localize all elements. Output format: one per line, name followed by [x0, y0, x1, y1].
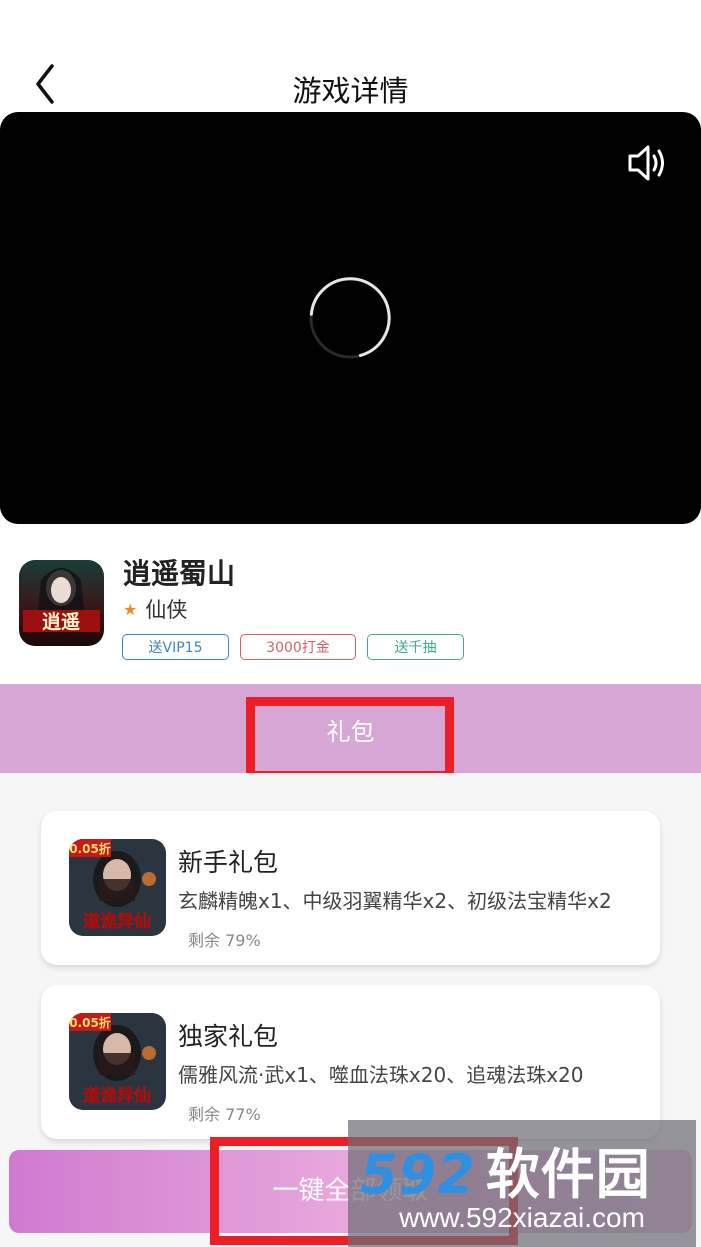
top-bar: 游戏详情: [0, 0, 701, 112]
gift-desc: 玄麟精魄x1、中级羽翼精华x2、初级法宝精华x2: [178, 889, 612, 913]
tab-bar: 礼包: [0, 684, 701, 773]
tab-gifts[interactable]: 礼包: [0, 712, 701, 747]
tag-vip: 送VIP15: [122, 634, 229, 660]
svg-text:0.05折: 0.05折: [69, 841, 111, 856]
gift-icon: 0.05折 道诡异仙: [69, 1013, 166, 1110]
gift-title: 独家礼包: [178, 1022, 279, 1051]
gift-remaining: 剩余 77%: [188, 1105, 261, 1124]
svg-text:0.05折: 0.05折: [69, 1015, 111, 1030]
video-player[interactable]: [0, 112, 701, 524]
volume-icon[interactable]: [627, 142, 671, 184]
gift-remaining: 剩余 79%: [188, 931, 261, 950]
gift-card[interactable]: 0.05折 道诡异仙 新手礼包 玄麟精魄x1、中级羽翼精华x2、初级法宝精华x2…: [41, 811, 660, 965]
game-info: 逍遥 逍遥蜀山 ★ 仙侠 送VIP15 3000打金 送千抽: [0, 524, 701, 684]
gift-title: 新手礼包: [178, 848, 279, 877]
star-icon: ★: [123, 600, 138, 619]
svg-text:道诡异仙: 道诡异仙: [83, 1085, 151, 1106]
loading-spinner-icon: [308, 276, 392, 360]
genre-label: 仙侠: [145, 598, 188, 622]
svg-text:逍遥: 逍遥: [42, 610, 80, 633]
tag-draws: 送千抽: [367, 634, 464, 660]
game-icon: 逍遥: [19, 560, 104, 646]
tag-gold: 3000打金: [240, 634, 356, 660]
gift-icon: 0.05折 道诡异仙: [69, 839, 166, 936]
game-genre: ★ 仙侠: [123, 594, 187, 624]
gift-card[interactable]: 0.05折 道诡异仙 独家礼包 儒雅风流·武x1、噬血法珠x20、追魂法珠x20…: [41, 985, 660, 1139]
claim-all-button[interactable]: 一键全部领取: [9, 1150, 692, 1233]
page-title: 游戏详情: [292, 74, 409, 108]
game-name: 逍遥蜀山: [123, 557, 236, 590]
svg-text:道诡异仙: 道诡异仙: [83, 911, 151, 932]
gift-desc: 儒雅风流·武x1、噬血法珠x20、追魂法珠x20: [178, 1063, 584, 1087]
